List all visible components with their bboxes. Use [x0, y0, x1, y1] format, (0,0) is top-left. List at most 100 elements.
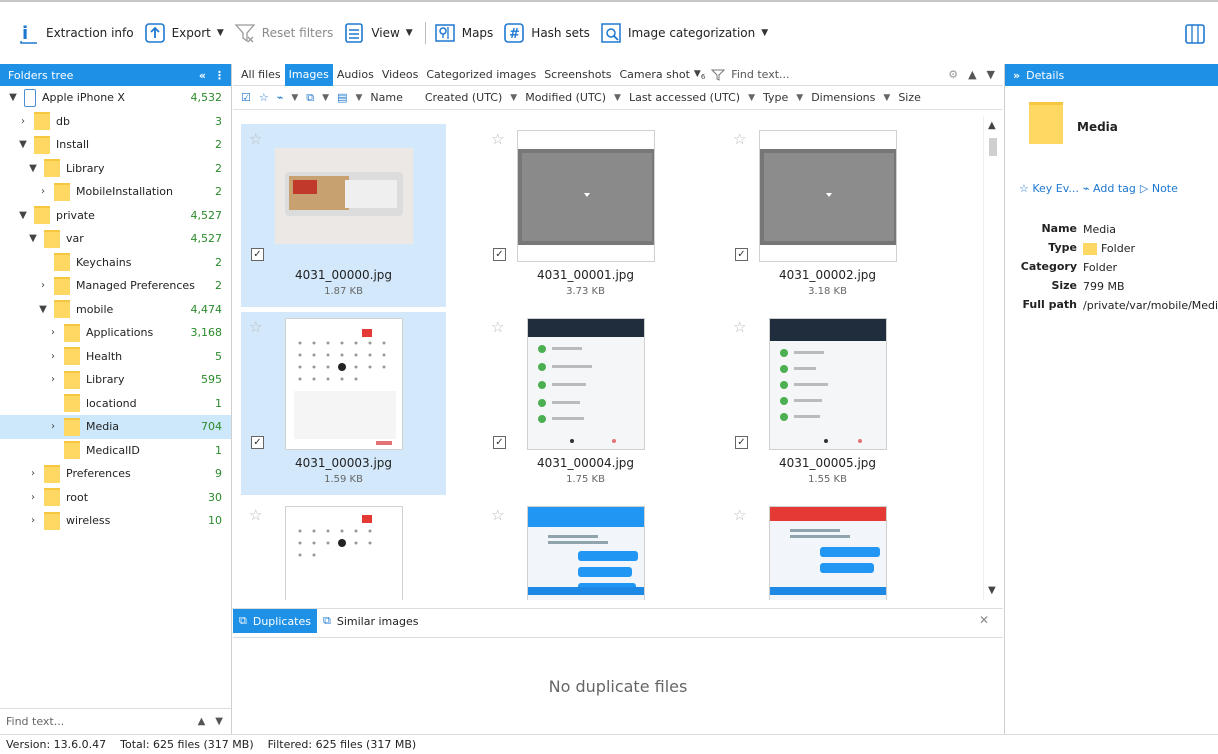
checkbox[interactable]: ✓	[251, 248, 264, 261]
chevron-right-icon[interactable]: ›	[46, 421, 60, 432]
view-button[interactable]: View ▼	[343, 18, 413, 48]
chevron-down-icon[interactable]: ▼	[744, 93, 759, 103]
image-tile[interactable]: ☆ ✓ 4031_00000.jpg 1.87 KB	[241, 124, 446, 307]
search-next-icon[interactable]: ▼	[215, 716, 223, 727]
tab-videos[interactable]: Videos	[378, 64, 423, 86]
tree-item-preferences[interactable]: › Preferences 9	[0, 462, 231, 486]
tree-item-apple-iphone[interactable]: ▼ Apple iPhone X 4,532	[0, 86, 231, 110]
star-icon[interactable]: ☆	[249, 506, 262, 524]
search-prev-icon[interactable]: ▲	[198, 716, 206, 727]
star-column-icon[interactable]: ☆	[255, 91, 273, 104]
folder-search-input[interactable]: Find text... ▲ ▼	[0, 708, 231, 734]
column-dimensions[interactable]: Dimensions	[807, 91, 879, 104]
star-icon[interactable]: ☆	[249, 130, 262, 148]
scroll-up-icon[interactable]: ▲	[988, 120, 996, 131]
tree-item-health[interactable]: › Health 5	[0, 345, 231, 369]
chevron-down-icon[interactable]: ▼	[792, 93, 807, 103]
tree-item-locationd[interactable]: locationd 1	[0, 392, 231, 416]
checkbox[interactable]: ✓	[735, 436, 748, 449]
search-next-icon[interactable]: ▼	[987, 68, 995, 81]
chevron-down-icon[interactable]: ▼	[26, 163, 40, 174]
column-name[interactable]: Name	[366, 91, 406, 104]
star-icon[interactable]: ☆	[491, 506, 504, 524]
column-modified[interactable]: Modified (UTC)	[521, 91, 610, 104]
tab-all-files[interactable]: All files	[237, 64, 285, 86]
column-size[interactable]: Size	[894, 91, 925, 104]
add-tag-button[interactable]: ⌁ Add tag	[1083, 182, 1136, 195]
column-last-accessed[interactable]: Last accessed (UTC)	[625, 91, 744, 104]
checkbox[interactable]: ✓	[735, 248, 748, 261]
chevron-right-icon[interactable]: ›	[26, 492, 40, 503]
chevron-down-icon[interactable]: ▼	[318, 93, 333, 103]
more-icon[interactable]: ⋮	[214, 69, 225, 82]
more-tabs-icon[interactable]: ▼6	[694, 69, 705, 81]
tree-item-mobileinstallation[interactable]: › MobileInstallation 2	[0, 180, 231, 204]
tree-item-var[interactable]: ▼ var 4,527	[0, 227, 231, 251]
scroll-thumb[interactable]	[989, 138, 997, 156]
star-icon[interactable]: ☆	[733, 318, 746, 336]
tree-item-medicalid[interactable]: MedicalID 1	[0, 439, 231, 463]
tree-item-media[interactable]: › Media 704	[0, 415, 231, 439]
tree-item-wireless[interactable]: › wireless 10	[0, 509, 231, 533]
tab-screenshots[interactable]: Screenshots	[540, 64, 615, 86]
scroll-down-icon[interactable]: ▼	[988, 585, 996, 596]
tree-item-library[interactable]: ▼ Library 2	[0, 157, 231, 181]
image-categorization-button[interactable]: Image categorization ▼	[600, 18, 768, 48]
tree-item-library-mobile[interactable]: › Library 595	[0, 368, 231, 392]
export-button[interactable]: Export ▼	[144, 18, 224, 48]
settings-icon[interactable]: ⚙	[948, 68, 958, 81]
tag-column-icon[interactable]: ⌁	[273, 91, 288, 104]
chevron-down-icon[interactable]: ▼	[16, 139, 30, 150]
chevron-right-icon[interactable]: ›	[26, 468, 40, 479]
star-icon[interactable]: ☆	[733, 506, 746, 524]
extraction-info-button[interactable]: i Extraction info	[18, 18, 134, 48]
tree-item-keychains[interactable]: Keychains 2	[0, 251, 231, 275]
maps-button[interactable]: Maps	[434, 18, 493, 48]
tree-item-managed-preferences[interactable]: › Managed Preferences 2	[0, 274, 231, 298]
chevron-down-icon[interactable]: ▼	[351, 93, 366, 103]
chevron-right-icon[interactable]: ›	[36, 186, 50, 197]
key-evidence-button[interactable]: ☆ Key Ev...	[1019, 182, 1079, 195]
grid-search-input[interactable]: Find text...	[711, 68, 911, 82]
tree-item-install[interactable]: ▼ Install 2	[0, 133, 231, 157]
tab-camera-shot[interactable]: Camera shot	[615, 64, 693, 86]
chevron-right-icon[interactable]: ›	[36, 280, 50, 291]
note-button[interactable]: ▷ Note	[1140, 182, 1178, 195]
image-tile[interactable]: ☆ ✓ 4031_00004.jpg 1.75 KB	[483, 312, 688, 495]
tab-duplicates[interactable]: ⧉ Duplicates	[233, 609, 317, 633]
chevron-right-icon[interactable]: ›	[26, 515, 40, 526]
search-prev-icon[interactable]: ▲	[968, 68, 976, 81]
collapse-icon[interactable]: «	[199, 69, 206, 82]
chevron-down-icon[interactable]: ▼	[610, 93, 625, 103]
chevron-down-icon[interactable]: ▼	[16, 210, 30, 221]
column-created[interactable]: Created (UTC)	[421, 91, 506, 104]
duplicates-column-icon[interactable]: ⧉	[302, 91, 318, 105]
image-tile[interactable]: ☆ ✓ 4031_00002.jpg 3.18 KB	[725, 124, 930, 307]
chevron-down-icon[interactable]: ▼	[6, 92, 20, 103]
tree-item-private[interactable]: ▼ private 4,527	[0, 204, 231, 228]
tree-item-root[interactable]: › root 30	[0, 486, 231, 510]
category-column-icon[interactable]: ▤	[333, 91, 351, 104]
chevron-down-icon[interactable]: ▼	[879, 93, 894, 103]
chevron-down-icon[interactable]: ▼	[36, 304, 50, 315]
expand-icon[interactable]: »	[1013, 69, 1020, 82]
tree-item-mobile[interactable]: ▼ mobile 4,474	[0, 298, 231, 322]
image-tile[interactable]: ☆	[725, 500, 930, 600]
tab-audios[interactable]: Audios	[333, 64, 378, 86]
image-tile[interactable]: ☆	[241, 500, 446, 600]
panel-toggle-icon[interactable]	[1184, 23, 1206, 45]
chevron-down-icon[interactable]: ▼	[287, 93, 302, 103]
star-icon[interactable]: ☆	[491, 130, 504, 148]
star-icon[interactable]: ☆	[733, 130, 746, 148]
image-tile[interactable]: ☆ ✓ 4031_00001.jpg 3.73 KB	[483, 124, 688, 307]
chevron-down-icon[interactable]: ▼	[506, 93, 521, 103]
checkbox[interactable]: ✓	[493, 248, 506, 261]
grid-scrollbar[interactable]: ▲ ▼	[983, 116, 1001, 600]
column-type[interactable]: Type	[759, 91, 792, 104]
tab-images[interactable]: Images	[284, 63, 333, 86]
hash-sets-button[interactable]: # Hash sets	[503, 18, 590, 48]
tab-similar-images[interactable]: ⧉ Similar images	[317, 609, 424, 633]
image-tile[interactable]: ☆ ✓ 4031_00003.jpg 1.59 KB	[241, 312, 446, 495]
select-all-checkbox[interactable]: ☑	[237, 91, 255, 104]
star-icon[interactable]: ☆	[491, 318, 504, 336]
